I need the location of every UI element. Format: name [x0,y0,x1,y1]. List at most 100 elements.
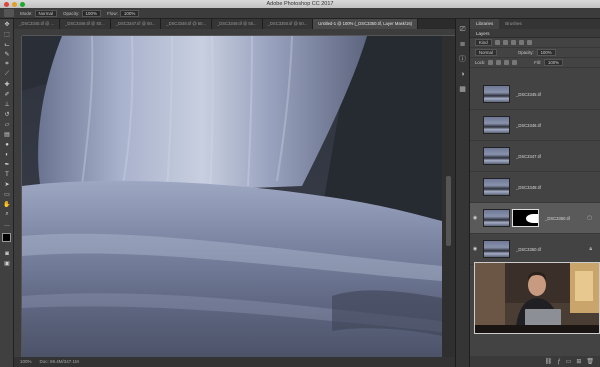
doc-tab[interactable]: _DSC3348.tif @ 50... [161,19,212,29]
history-brush-tool-icon[interactable]: ↺ [2,110,12,119]
path-select-tool-icon[interactable]: ➤ [2,180,12,189]
layer-thumbnail[interactable] [483,147,510,165]
lock-transparency-icon[interactable] [488,60,494,65]
channels-panel-icon[interactable]: ▦ [458,85,467,94]
status-bar: 100% Doc: 69.4M/347.1M [14,357,455,367]
fill-field[interactable]: 100% [543,59,563,66]
vertical-ruler[interactable] [14,36,22,357]
flow-label: Flow: [107,10,118,16]
layer-name[interactable]: _DSC3347.tif [516,154,541,159]
mode-select[interactable]: Normal [34,9,58,17]
fx-icon[interactable]: ƒ [557,359,560,365]
folder-icon[interactable]: ▭ [566,358,572,365]
layer-filter-row: Kind [470,38,600,48]
doc-tab-active[interactable]: Untitled-1 @ 100% (_DSC3350.tif, Layer M… [313,19,419,29]
doc-tab[interactable]: _DSC3350.tif @ 50... [262,19,314,29]
layer-opacity-field[interactable]: 100% [536,49,556,56]
filter-type-icon[interactable] [510,40,516,45]
shape-tool-icon[interactable]: ▭ [2,190,12,199]
healing-tool-icon[interactable]: ✚ [2,80,12,89]
more-tools-icon[interactable]: … [2,220,12,229]
foreground-color-swatch[interactable] [2,233,11,242]
history-panel-icon[interactable]: ⎚ [458,25,467,34]
brush-tool-icon[interactable]: ✐ [2,90,12,99]
tab-libraries[interactable]: Libraries [470,19,500,29]
layer-name[interactable]: _DSC3350.tif [545,216,570,221]
lock-position-icon[interactable] [504,60,510,65]
eyedropper-tool-icon[interactable]: ⟋ [2,70,12,79]
document-tabs: _DSC3345.tif @ ... _DSC3346.tif @ 50... … [14,19,455,29]
doc-tab[interactable]: _DSC3345.tif @ ... [14,19,60,29]
layer-thumbnail[interactable] [483,178,510,196]
marquee-tool-icon[interactable]: ⬚ [2,30,12,39]
opacity-label: Opacity: [63,10,80,16]
layer-name[interactable]: _DSC3346.tif [516,123,541,128]
filter-smart-icon[interactable] [526,40,532,45]
filter-adjustment-icon[interactable] [502,40,508,45]
tab-brushes[interactable]: Brushes [499,19,528,29]
blur-tool-icon[interactable]: ● [2,140,12,149]
layer-row[interactable]: _DSC3348.tif [470,172,600,203]
dodge-tool-icon[interactable]: ◐ [2,150,12,159]
app-title: Adobe Photoshop CC 2017 [266,1,334,7]
stamp-tool-icon[interactable]: ⊥ [2,100,12,109]
document-canvas[interactable] [22,36,442,357]
gradient-tool-icon[interactable]: ▤ [2,130,12,139]
lock-all-icon[interactable] [512,60,518,65]
screen-mode-icon[interactable]: ▣ [2,259,12,268]
eye-icon[interactable]: ◉ [470,215,480,221]
webcam-overlay [474,262,600,334]
zoom-tool-icon[interactable]: ⌕ [2,210,12,219]
layer-thumbnail[interactable] [483,85,510,103]
move-tool-icon[interactable]: ✥ [2,20,12,29]
layers-panel-title[interactable]: Layers [470,29,600,38]
pen-tool-icon[interactable]: ✒ [2,160,12,169]
blend-mode-select[interactable]: Normal [475,49,497,56]
layer-mask-thumbnail[interactable] [512,209,539,227]
crop-tool-icon[interactable]: ⌗ [2,60,12,69]
eraser-tool-icon[interactable]: ▱ [2,120,12,129]
type-tool-icon[interactable]: T [2,170,12,179]
layer-filter-kind[interactable]: Kind [475,39,492,46]
flow-field[interactable]: 100% [119,9,140,17]
doc-tab[interactable]: _DSC3349.tif @ 50... [211,19,263,29]
new-layer-icon[interactable]: ⊞ [576,358,581,365]
layer-name[interactable]: _DSC3345.tif [516,92,541,97]
layer-row[interactable]: _DSC3347.tif [470,141,600,172]
filter-shape-icon[interactable] [518,40,524,45]
lasso-tool-icon[interactable]: ᓚ [2,40,12,49]
options-bar: Mode: Normal Opacity: 100% Flow: 100% [0,8,600,19]
filter-pixel-icon[interactable] [494,40,500,45]
properties-panel-icon[interactable]: ≣ [458,40,467,49]
layer-row[interactable]: _DSC3346.tif [470,110,600,141]
quick-mask-icon[interactable]: ◙ [2,249,12,258]
quick-select-tool-icon[interactable]: ✎ [2,50,12,59]
adjustments-panel-icon[interactable]: ◑ [458,70,467,79]
opacity-field[interactable]: 100% [81,9,102,17]
zoom-level[interactable]: 100% [20,357,32,367]
canvas-scrollbar[interactable] [442,36,455,357]
layer-thumbnail[interactable] [483,240,510,258]
layer-name[interactable]: _DSC3348.tif [516,185,541,190]
horizontal-ruler[interactable] [22,29,455,36]
hand-tool-icon[interactable]: ✋ [2,200,12,209]
layers-panel-footer: ⛓ ƒ ▭ ⊞ 🗑︎ [470,356,600,367]
doc-tab[interactable]: _DSC3347.tif @ 50... [110,19,162,29]
doc-tab[interactable]: _DSC3346.tif @ 50... [59,19,111,29]
scrollbar-thumb[interactable] [446,176,451,246]
layer-thumbnail[interactable] [483,209,510,227]
ruler-origin[interactable] [14,29,22,36]
fill-label: Fill: [534,60,541,65]
layer-thumbnail[interactable] [483,116,510,134]
blend-row: Normal Opacity: 100% [470,48,600,58]
brush-preset-icon[interactable] [4,9,14,17]
layer-row[interactable]: ◉ _DSC3350.tif 🔒︎ [470,234,600,265]
layer-row-selected[interactable]: ◉ _DSC3350.tif ▢ [470,203,600,234]
layer-row[interactable]: _DSC3345.tif [470,79,600,110]
eye-icon[interactable]: ◉ [470,246,480,252]
info-panel-icon[interactable]: ⓘ [458,55,467,64]
lock-pixels-icon[interactable] [496,60,502,65]
link-icon[interactable]: ⛓ [545,358,553,365]
layer-name[interactable]: _DSC3350.tif [516,247,541,252]
trash-icon[interactable]: 🗑︎ [586,358,594,365]
